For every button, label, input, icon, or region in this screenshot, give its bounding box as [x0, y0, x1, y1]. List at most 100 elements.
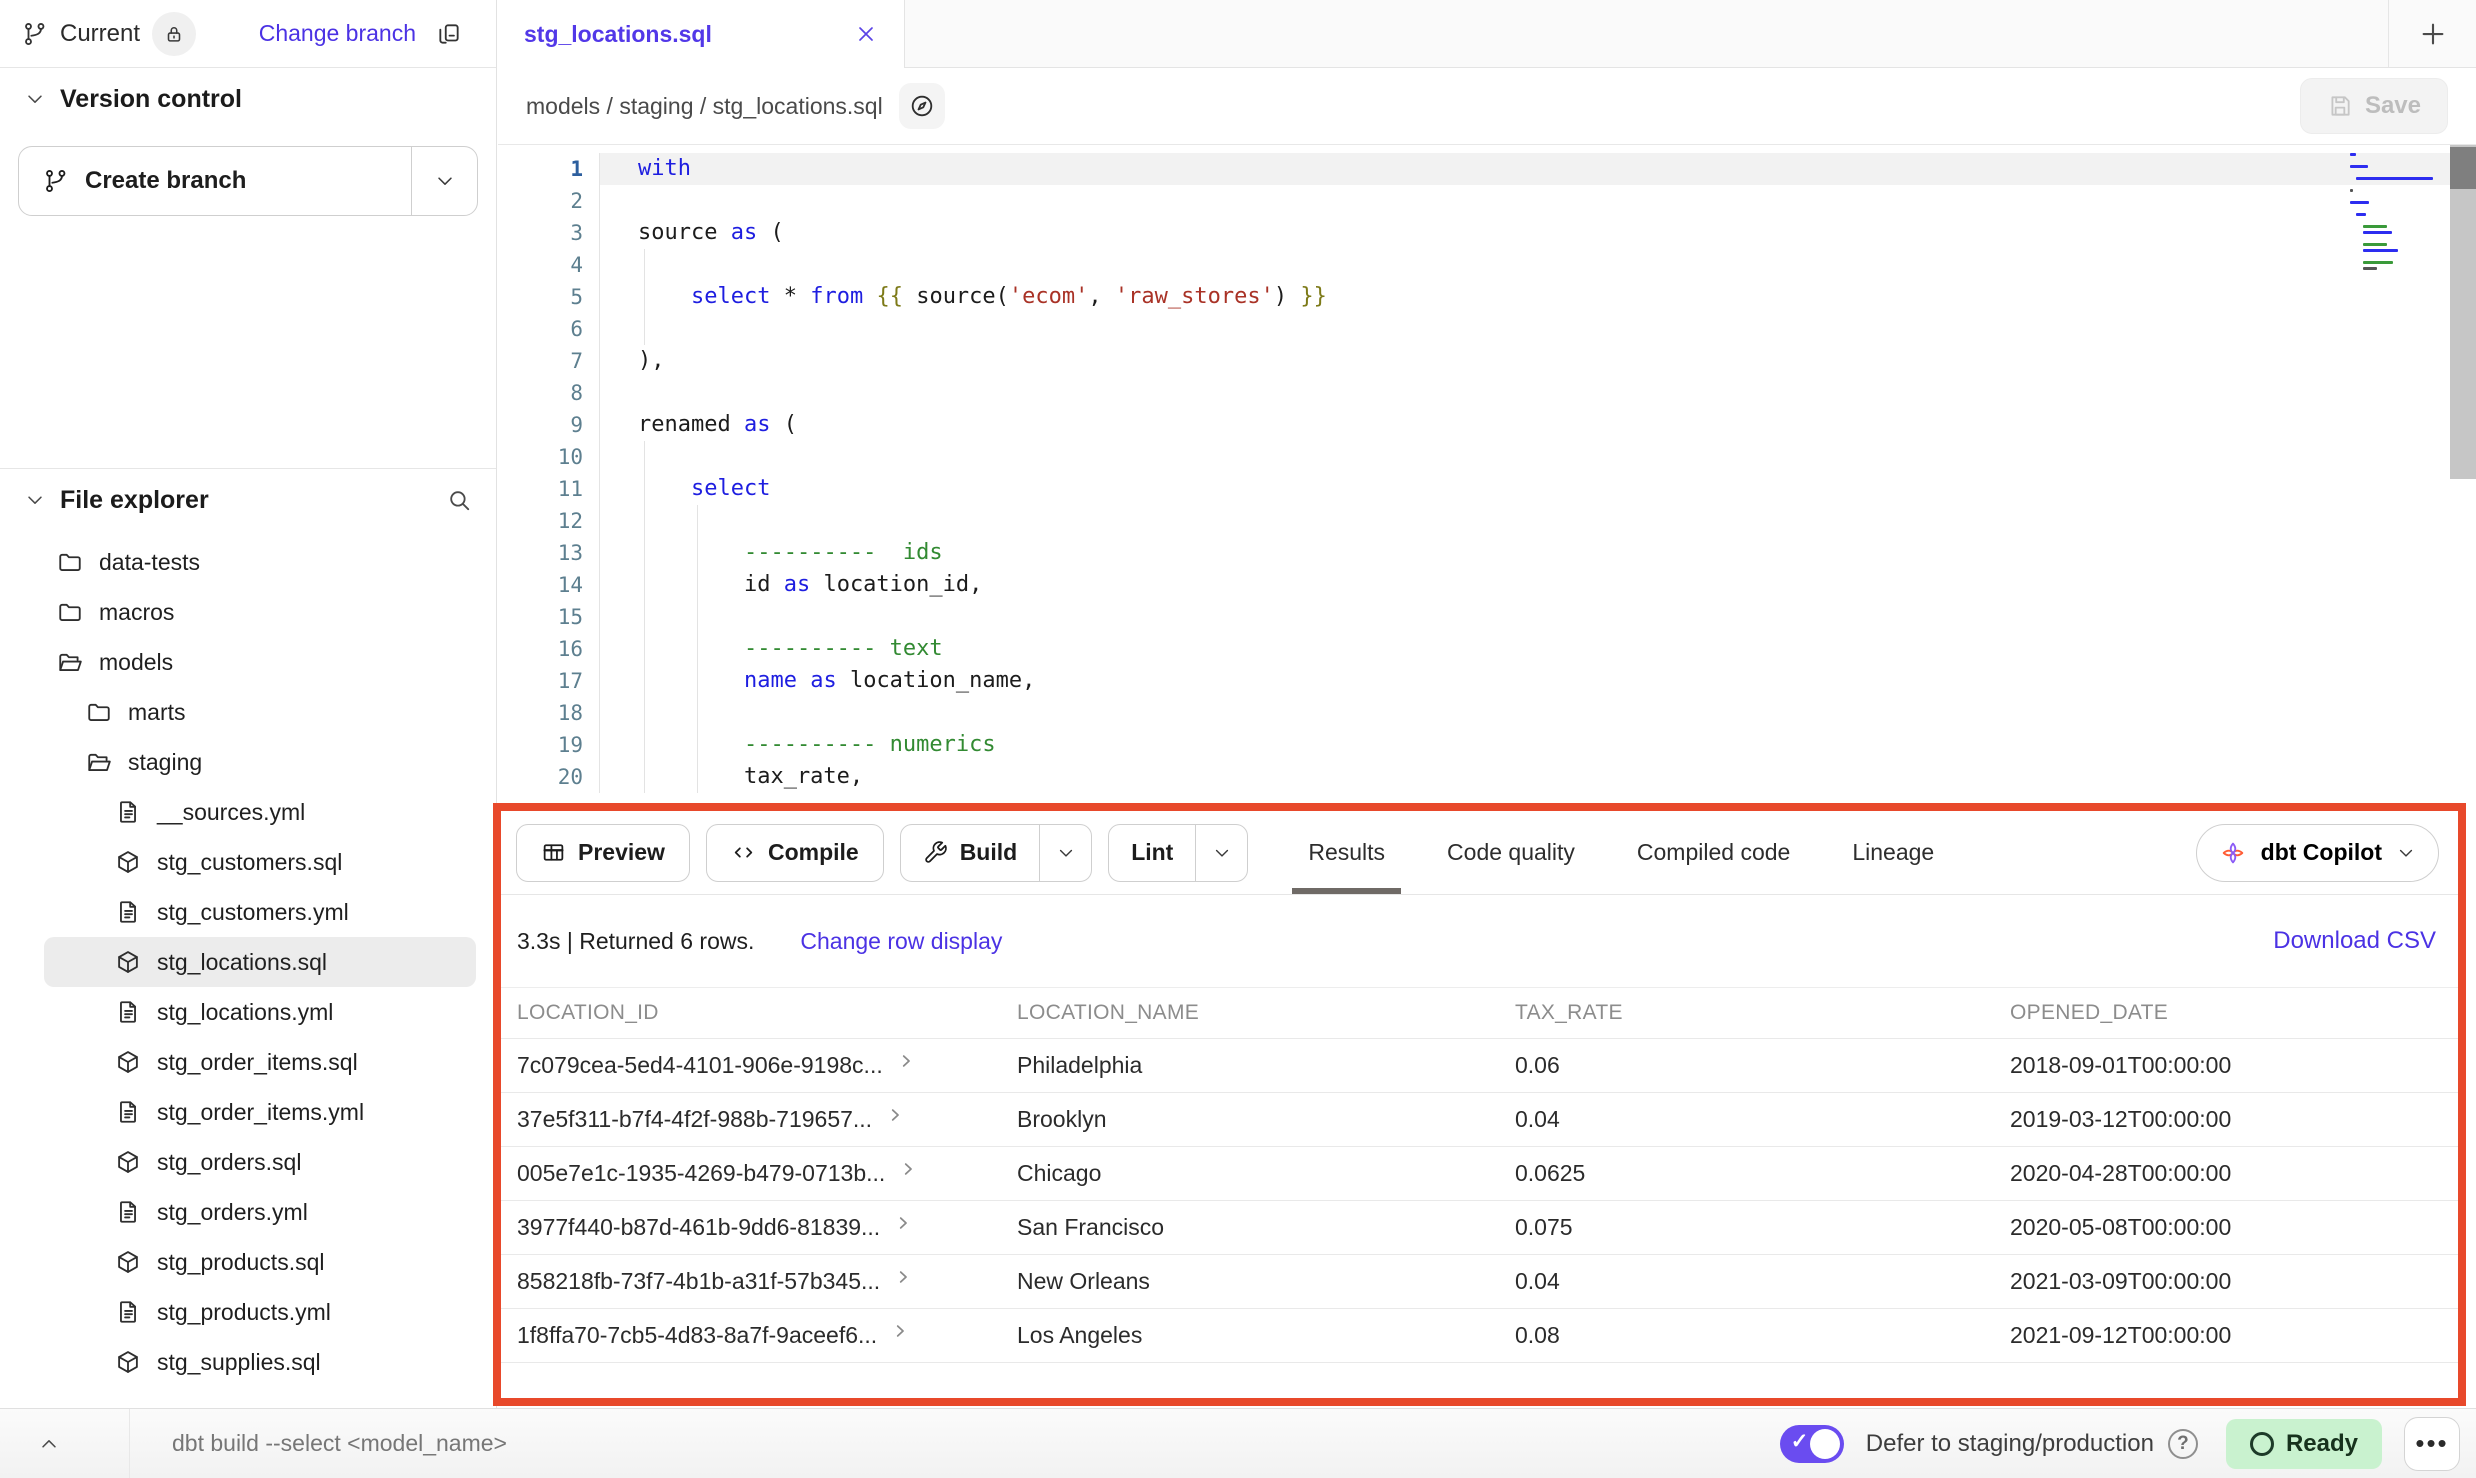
file-item-stg-locations-sql[interactable]: stg_locations.sql: [44, 937, 476, 987]
file-item-label: __sources.yml: [157, 799, 305, 826]
file-item-label: stg_supplies.sql: [157, 1349, 321, 1376]
build-button[interactable]: Build: [901, 825, 1040, 881]
close-icon[interactable]: [854, 22, 878, 46]
create-branch-label: Create branch: [85, 167, 246, 195]
file-icon: [115, 799, 141, 825]
version-control-section-header[interactable]: Version control: [0, 68, 496, 130]
panel-tab-lineage[interactable]: Lineage: [1836, 811, 1950, 894]
panel-tab-code-quality[interactable]: Code quality: [1431, 811, 1591, 894]
file-item-stg-products-yml[interactable]: stg_products.yml: [44, 1287, 476, 1337]
line-number: 19: [498, 729, 600, 761]
panel-tab-results[interactable]: Results: [1292, 811, 1401, 894]
expand-cell-icon[interactable]: [899, 1160, 917, 1178]
chevron-up-icon: [38, 1433, 60, 1455]
table-row: 3977f440-b87d-461b-9dd6-81839...San Fran…: [501, 1201, 2458, 1255]
tab-stg-locations-sql[interactable]: stg_locations.sql: [498, 0, 905, 68]
cell-location-name: New Orleans: [1017, 1268, 1515, 1295]
lint-dropdown[interactable]: [1195, 825, 1247, 881]
file-item-label: stg_customers.sql: [157, 849, 342, 876]
file-item-stg-supplies-sql[interactable]: stg_supplies.sql: [44, 1337, 476, 1387]
cell-opened-date: 2021-03-09T00:00:00: [2010, 1268, 2442, 1295]
save-button[interactable]: Save: [2300, 78, 2448, 134]
line-number: 12: [498, 505, 600, 537]
file-item-label: stg_orders.sql: [157, 1149, 301, 1176]
lint-button[interactable]: Lint: [1109, 825, 1195, 881]
change-row-display-link[interactable]: Change row display: [800, 928, 1002, 955]
cell-location-name: Brooklyn: [1017, 1106, 1515, 1133]
dbt-copilot-label: dbt Copilot: [2261, 839, 2382, 866]
lock-icon: [163, 23, 185, 45]
file-item-models[interactable]: models: [44, 637, 476, 687]
code-line: 7),: [498, 345, 2476, 377]
file-item-stg-customers-sql[interactable]: stg_customers.sql: [44, 837, 476, 887]
expand-cell-icon[interactable]: [891, 1322, 909, 1340]
expand-cell-icon[interactable]: [894, 1268, 912, 1286]
file-item-label: data-tests: [99, 549, 200, 576]
file-item-stg-orders-yml[interactable]: stg_orders.yml: [44, 1187, 476, 1237]
model-icon: [115, 1249, 141, 1275]
version-control-title: Version control: [60, 85, 242, 114]
file-item-stg-customers-yml[interactable]: stg_customers.yml: [44, 887, 476, 937]
file-explorer-section-header[interactable]: File explorer: [0, 469, 496, 531]
file-item-stg-order-items-sql[interactable]: stg_order_items.sql: [44, 1037, 476, 1087]
file-item-macros[interactable]: macros: [44, 587, 476, 637]
defer-toggle[interactable]: ✓: [1780, 1425, 1844, 1463]
code-editor[interactable]: 1with23source as (45 select * from {{ so…: [498, 145, 2476, 803]
cell-location-name: San Francisco: [1017, 1214, 1515, 1241]
dbt-copilot-logo-icon: [2219, 839, 2247, 867]
table-header-row: LOCATION_IDLOCATION_NAMETAX_RATEOPENED_D…: [501, 987, 2458, 1039]
file-item-stg-order-items-yml[interactable]: stg_order_items.yml: [44, 1087, 476, 1137]
preview-button[interactable]: Preview: [516, 824, 690, 882]
model-icon: [115, 1349, 141, 1375]
table-row: 37e5f311-b7f4-4f2f-988b-719657...Brookly…: [501, 1093, 2458, 1147]
create-branch-button[interactable]: Create branch: [19, 147, 411, 215]
expand-command-bar-button[interactable]: [0, 1409, 130, 1478]
branch-header: Current Change branch: [0, 0, 496, 68]
scrollbar-thumb[interactable]: [2450, 147, 2476, 189]
build-dropdown[interactable]: [1039, 825, 1091, 881]
line-number: 11: [498, 473, 600, 505]
editor-scrollbar[interactable]: [2450, 145, 2476, 479]
file-item-label: macros: [99, 599, 174, 626]
compile-button[interactable]: Compile: [706, 824, 884, 882]
file-item-label: stg_orders.yml: [157, 1199, 308, 1226]
line-number: 20: [498, 761, 600, 793]
file-item-staging[interactable]: staging: [44, 737, 476, 787]
file-item-stg-locations-yml[interactable]: stg_locations.yml: [44, 987, 476, 1037]
file-item-stg-products-sql[interactable]: stg_products.sql: [44, 1237, 476, 1287]
code-line: 17 name as location_name,: [498, 665, 2476, 697]
expand-cell-icon[interactable]: [894, 1214, 912, 1232]
dbt-copilot-button[interactable]: dbt Copilot: [2196, 824, 2439, 882]
lint-label: Lint: [1131, 839, 1173, 866]
code-line: 6: [498, 313, 2476, 345]
new-tab-button[interactable]: [2388, 0, 2476, 67]
create-branch-dropdown[interactable]: [411, 147, 477, 215]
plus-icon: [2418, 19, 2448, 49]
file-item-label: staging: [128, 749, 202, 776]
results-meta-row: 3.3s | Returned 6 rows. Change row displ…: [501, 895, 2458, 987]
search-icon[interactable]: [446, 487, 472, 513]
expand-cell-icon[interactable]: [886, 1106, 904, 1124]
command-input[interactable]: [130, 1409, 1780, 1478]
ide-status-badge[interactable]: Ready: [2226, 1419, 2382, 1469]
file-explorer-title: File explorer: [60, 486, 209, 515]
build-split-button: Build: [900, 824, 1093, 882]
cell-location-name: Los Angeles: [1017, 1322, 1515, 1349]
file-item-marts[interactable]: marts: [44, 687, 476, 737]
file-item-stg-orders-sql[interactable]: stg_orders.sql: [44, 1137, 476, 1187]
line-number: 2: [498, 185, 600, 217]
more-options-button[interactable]: •••: [2404, 1417, 2460, 1471]
file-item--sources-yml[interactable]: __sources.yml: [44, 787, 476, 837]
change-branch-link[interactable]: Change branch: [259, 20, 416, 47]
code-icon: [731, 840, 756, 865]
help-icon[interactable]: ?: [2168, 1429, 2198, 1459]
download-csv-link[interactable]: Download CSV: [2273, 927, 2436, 955]
expand-cell-icon[interactable]: [897, 1052, 915, 1070]
code-view: 1with23source as (45 select * from {{ so…: [498, 145, 2476, 793]
copy-icon[interactable]: [436, 21, 462, 47]
cell-opened-date: 2018-09-01T00:00:00: [2010, 1052, 2442, 1079]
panel-tab-compiled-code[interactable]: Compiled code: [1621, 811, 1806, 894]
file-item-data-tests[interactable]: data-tests: [44, 537, 476, 587]
ready-label: Ready: [2286, 1430, 2358, 1458]
open-docs-chip[interactable]: [899, 83, 945, 129]
